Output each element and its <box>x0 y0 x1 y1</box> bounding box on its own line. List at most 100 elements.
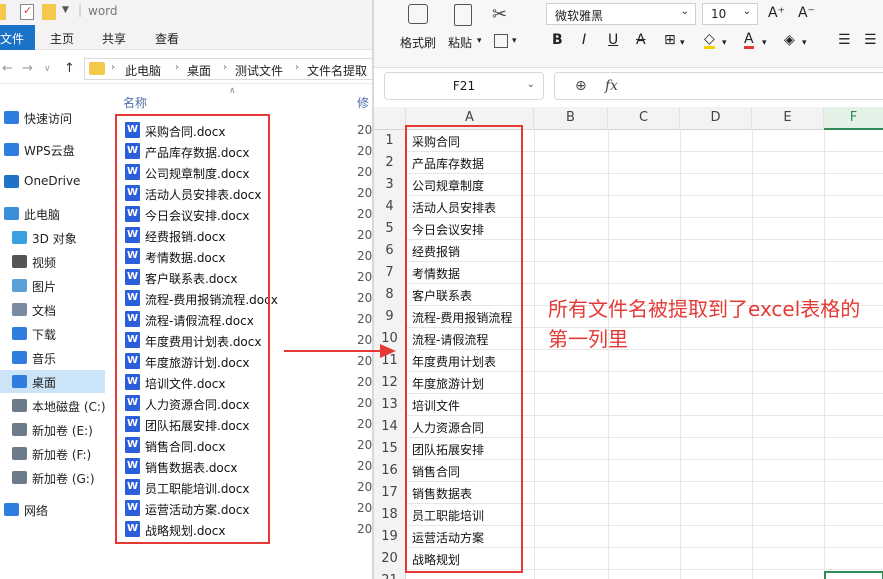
back-arrow-icon[interactable]: ← <box>2 61 13 76</box>
borders-icon[interactable]: ⊞ <box>664 32 676 48</box>
strikethrough-button[interactable]: A <box>636 32 646 48</box>
chevron-down-icon[interactable]: ▾ <box>680 38 685 48</box>
active-cell-f21[interactable] <box>824 571 883 579</box>
row-header[interactable]: 16 <box>374 460 406 482</box>
decrease-font-icon[interactable]: A⁻ <box>798 5 815 21</box>
tab-home[interactable]: 主页 <box>50 30 74 47</box>
chevron-down-icon[interactable]: ▾ <box>722 38 727 48</box>
font-color-icon[interactable]: A <box>744 32 754 49</box>
file-date: 20 <box>357 396 372 410</box>
row-header[interactable]: 17 <box>374 482 406 504</box>
paste-button[interactable]: 粘贴 <box>448 34 472 51</box>
address-box[interactable]: › 此电脑 › 桌面 › 测试文件 › 文件名提取 <box>84 58 372 80</box>
increase-font-icon[interactable]: A⁺ <box>768 5 785 21</box>
scissors-icon[interactable]: ✂ <box>492 4 507 25</box>
nav-item[interactable]: 网络 <box>0 498 105 521</box>
row-header[interactable]: 21 <box>374 570 406 579</box>
nav-item[interactable]: 快速访问 <box>0 106 105 129</box>
nav-item[interactable]: 新加卷 (F:) <box>0 442 105 465</box>
row-header[interactable]: 13 <box>374 394 406 416</box>
nav-item[interactable]: OneDrive <box>0 170 105 193</box>
folder-icon[interactable] <box>0 4 6 20</box>
column-header[interactable]: F <box>824 107 883 130</box>
formula-bar[interactable]: ⊕ fx <box>554 72 883 100</box>
nav-item[interactable]: 3D 对象 <box>0 226 105 249</box>
column-header[interactable]: E <box>752 107 824 130</box>
tab-share[interactable]: 共享 <box>102 30 126 47</box>
fill-color-icon[interactable]: ◇ <box>704 32 715 49</box>
row-header[interactable]: 19 <box>374 526 406 548</box>
breadcrumb-item[interactable]: 文件名提取 <box>307 62 367 79</box>
nav-item[interactable]: 下载 <box>0 322 105 345</box>
row-header[interactable]: 4 <box>374 196 406 218</box>
column-header[interactable]: C <box>608 107 680 130</box>
row-header[interactable]: 12 <box>374 372 406 394</box>
nav-item[interactable]: 文档 <box>0 298 105 321</box>
italic-button[interactable]: I <box>582 32 586 48</box>
chevron-down-icon[interactable]: ∨ <box>44 64 51 74</box>
column-header[interactable]: D <box>680 107 752 130</box>
nav-item[interactable]: 视频 <box>0 250 105 273</box>
chevron-right-icon[interactable]: › <box>223 62 227 73</box>
row-header[interactable]: 9 <box>374 306 406 328</box>
format-painter-icon[interactable] <box>408 4 428 24</box>
row-header[interactable]: 18 <box>374 504 406 526</box>
row-header[interactable]: 3 <box>374 174 406 196</box>
clipboard-icon[interactable] <box>454 4 472 26</box>
forward-arrow-icon[interactable]: → <box>22 61 33 76</box>
gridline <box>824 130 825 579</box>
column-header-name[interactable]: 名称 <box>123 94 147 111</box>
bold-button[interactable]: B <box>552 32 563 48</box>
font-name-select[interactable]: 微软雅黑 ⌄ <box>546 3 696 25</box>
format-painter-button[interactable]: 格式刷 <box>400 34 436 51</box>
chevron-down-icon[interactable]: ▾ <box>762 38 767 48</box>
nav-item[interactable]: 本地磁盘 (C:) <box>0 394 106 417</box>
row-header[interactable]: 2 <box>374 152 406 174</box>
row-header[interactable]: 5 <box>374 218 406 240</box>
name-box[interactable]: F21 ⌄ <box>384 72 544 100</box>
file-date: 20 <box>357 123 372 137</box>
nav-item[interactable]: 新加卷 (G:) <box>0 466 105 489</box>
nav-item[interactable]: WPS云盘 <box>0 138 105 161</box>
up-arrow-icon[interactable]: ↑ <box>64 61 75 76</box>
underline-button[interactable]: U <box>608 32 618 48</box>
chevron-right-icon[interactable]: › <box>111 62 115 73</box>
nav-item-label: 网络 <box>24 504 49 518</box>
nav-item[interactable]: 音乐 <box>0 346 105 369</box>
chevron-down-icon[interactable]: ▼ <box>62 5 69 15</box>
row-header[interactable]: 14 <box>374 416 406 438</box>
zoom-icon[interactable]: ⊕ <box>575 78 587 94</box>
checklist-icon[interactable]: ✓ <box>20 4 34 20</box>
chevron-down-icon[interactable]: ▾ <box>512 36 517 46</box>
row-header[interactable]: 20 <box>374 548 406 570</box>
row-header[interactable]: 1 <box>374 130 406 152</box>
row-header[interactable]: 7 <box>374 262 406 284</box>
nav-item[interactable]: 图片 <box>0 274 105 297</box>
tab-file[interactable]: 文件 <box>0 25 35 50</box>
function-icon[interactable]: fx <box>605 78 618 94</box>
row-header[interactable]: 8 <box>374 284 406 306</box>
chevron-right-icon[interactable]: › <box>175 62 179 73</box>
tab-view[interactable]: 查看 <box>155 30 179 47</box>
nav-item[interactable]: 新加卷 (E:) <box>0 418 105 441</box>
align-left-icon[interactable]: ☰ <box>838 32 851 48</box>
breadcrumb-item[interactable]: 测试文件 <box>235 62 283 79</box>
chevron-right-icon[interactable]: › <box>295 62 299 73</box>
highlight-box <box>115 114 270 544</box>
chevron-down-icon[interactable]: ▾ <box>802 38 807 48</box>
align-center-icon[interactable]: ☰ <box>864 32 877 48</box>
select-all-corner[interactable] <box>374 107 406 130</box>
nav-item[interactable]: 此电脑 <box>0 202 105 225</box>
breadcrumb-item[interactable]: 桌面 <box>187 62 211 79</box>
eraser-icon[interactable]: ◈ <box>784 32 795 48</box>
column-header[interactable]: B <box>534 107 608 130</box>
nav-item[interactable]: 桌面 <box>0 370 105 393</box>
row-header[interactable]: 15 <box>374 438 406 460</box>
font-size-select[interactable]: 10 ⌄ <box>702 3 758 25</box>
breadcrumb-item[interactable]: 此电脑 <box>125 62 161 79</box>
folder-icon[interactable] <box>42 4 56 20</box>
row-header[interactable]: 6 <box>374 240 406 262</box>
copy-icon[interactable] <box>494 34 508 48</box>
column-header-modified[interactable]: 修 <box>357 94 369 111</box>
chevron-down-icon[interactable]: ▾ <box>477 36 482 46</box>
